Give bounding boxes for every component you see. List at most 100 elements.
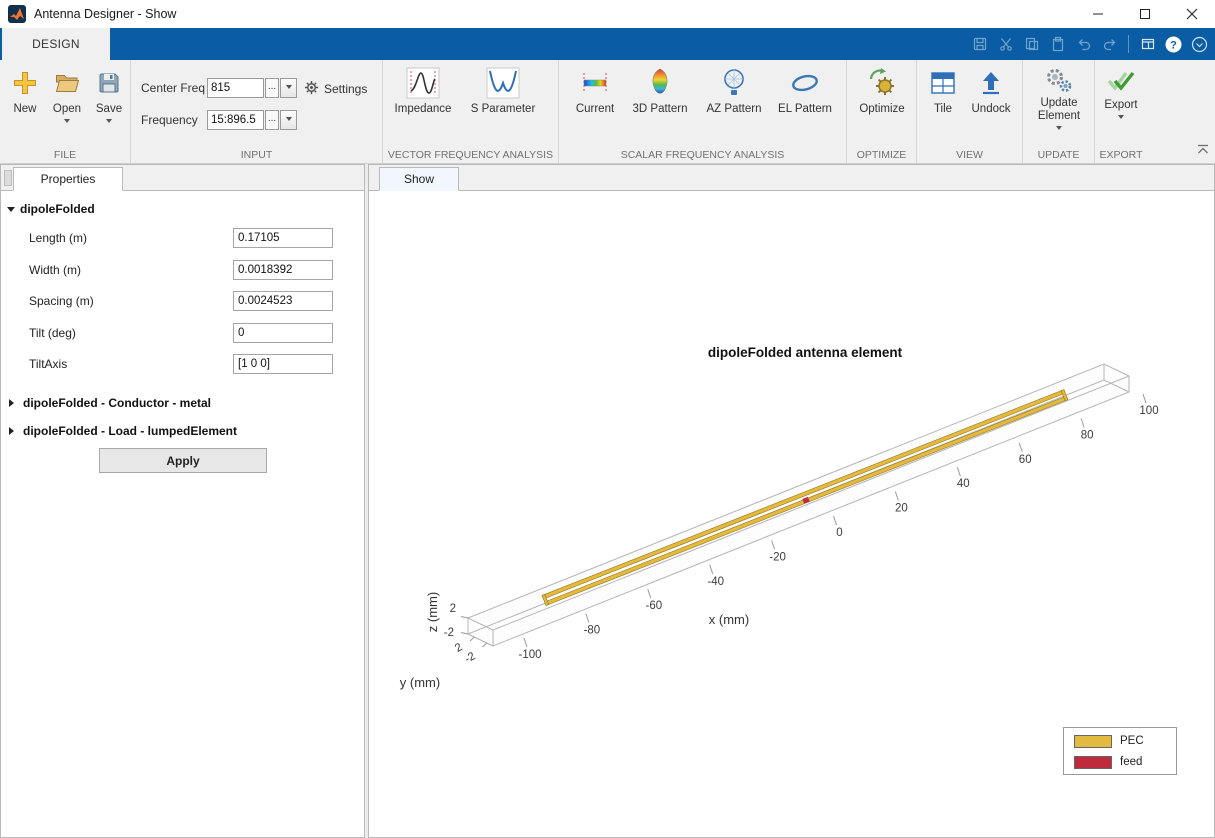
show-tab-label: Show xyxy=(403,172,435,186)
group-conductor-label: dipoleFolded - Conductor - metal xyxy=(23,396,211,410)
ribbon-section-update: Update Element UPDATE xyxy=(1023,60,1095,163)
matlab-logo-icon xyxy=(8,5,26,23)
tab-properties[interactable]: Properties xyxy=(13,167,123,191)
svg-text:40: 40 xyxy=(957,478,970,490)
apply-button[interactable]: Apply xyxy=(99,448,267,473)
open-button[interactable]: Open xyxy=(47,63,87,126)
collapse-collapsed-icon xyxy=(9,427,18,435)
plot-area[interactable]: dipoleFolded antenna element x (mm) y (m… xyxy=(369,191,1214,837)
length-field[interactable] xyxy=(233,228,333,248)
qat-collapse-icon[interactable] xyxy=(1188,33,1211,56)
center-freq-field[interactable] xyxy=(207,78,264,98)
spacing-field[interactable] xyxy=(233,291,333,311)
update-element-button[interactable]: Update Element xyxy=(1029,63,1089,133)
impedance-icon xyxy=(406,63,440,103)
z-tick-labels: 2 -2 xyxy=(444,603,456,639)
undock-icon xyxy=(979,63,1003,103)
settings-button[interactable]: Settings xyxy=(304,80,367,98)
plot-panel: Show dipoleFolded antenna element x (mm)… xyxy=(368,164,1215,838)
qat-cut-icon[interactable] xyxy=(994,33,1017,56)
ribbon-section-scalar: Current 3D Pattern AZ Pattern EL Pattern xyxy=(559,60,847,163)
width-field[interactable] xyxy=(233,260,333,280)
window-controls xyxy=(1074,0,1215,28)
pattern-3d-button[interactable]: 3D Pattern xyxy=(629,63,691,116)
group-load-label: dipoleFolded - Load - lumpedElement xyxy=(23,424,238,438)
qat-save-icon[interactable] xyxy=(968,33,991,56)
save-dropdown-icon xyxy=(106,119,112,126)
el-pattern-icon xyxy=(788,63,822,103)
svg-text:-60: -60 xyxy=(645,600,662,612)
properties-tabbar: Properties xyxy=(1,165,364,191)
svg-text:2: 2 xyxy=(453,641,465,655)
svg-text:20: 20 xyxy=(895,503,908,515)
ribbon-section-input: Center Freq ... Frequency ... Settings I… xyxy=(131,60,383,163)
az-pattern-button[interactable]: AZ Pattern xyxy=(701,63,767,116)
qat-paste-icon[interactable] xyxy=(1046,33,1069,56)
section-label-view: VIEW xyxy=(956,149,983,161)
tab-design[interactable]: DESIGN xyxy=(2,28,110,60)
impedance-label: Impedance xyxy=(394,103,452,115)
minimize-button[interactable] xyxy=(1074,0,1121,28)
spacing-label: Spacing (m) xyxy=(29,294,94,308)
z-axis-label: z (mm) xyxy=(425,592,440,632)
titlebar: Antenna Designer - Show xyxy=(0,0,1215,28)
tilt-label: Tilt (deg) xyxy=(29,326,76,340)
optimize-button[interactable]: Optimize xyxy=(852,63,912,116)
tile-button[interactable]: Tile xyxy=(925,63,961,116)
tilt-field[interactable] xyxy=(233,323,333,343)
undock-button[interactable]: Undock xyxy=(967,63,1015,116)
el-pattern-label: EL Pattern xyxy=(778,103,832,115)
tiltaxis-field[interactable] xyxy=(233,354,333,374)
collapse-ribbon-button[interactable] xyxy=(1196,142,1210,160)
chevron-down-icon xyxy=(285,84,292,92)
impedance-button[interactable]: Impedance xyxy=(391,63,455,116)
qat-undo-icon[interactable] xyxy=(1072,33,1095,56)
frequency-field[interactable] xyxy=(207,110,264,130)
qat-redo-icon[interactable] xyxy=(1098,33,1121,56)
tile-label: Tile xyxy=(933,103,953,115)
el-pattern-button[interactable]: EL Pattern xyxy=(773,63,837,116)
width-label: Width (m) xyxy=(29,263,81,277)
qat-help-icon[interactable]: ? xyxy=(1162,33,1185,56)
center-freq-more-button[interactable]: ... xyxy=(265,78,279,98)
save-button[interactable]: Save xyxy=(89,63,129,126)
center-freq-label: Center Freq xyxy=(141,81,206,95)
s-parameter-icon xyxy=(486,63,520,103)
export-button[interactable]: Export xyxy=(1097,63,1145,122)
frequency-more-button[interactable]: ... xyxy=(265,110,279,130)
export-label: Export xyxy=(1104,99,1138,111)
group-dipolefolded[interactable]: dipoleFolded xyxy=(7,201,95,217)
ribbon-tabstrip: DESIGN ? xyxy=(0,28,1215,60)
svg-text:-2: -2 xyxy=(463,650,478,666)
new-button[interactable]: New xyxy=(5,63,45,116)
center-freq-dropdown-button[interactable] xyxy=(280,78,297,98)
panel-grip[interactable] xyxy=(4,170,12,186)
qat-layout-icon[interactable] xyxy=(1136,33,1159,56)
property-row: Tilt (deg) xyxy=(1,323,364,343)
pec-legend-label: PEC xyxy=(1120,735,1144,747)
s-parameter-label: S Parameter xyxy=(470,103,536,115)
group-conductor[interactable]: dipoleFolded - Conductor - metal xyxy=(7,395,211,411)
section-label-export: EXPORT xyxy=(1099,149,1143,161)
settings-label: Settings xyxy=(324,82,368,96)
maximize-button[interactable] xyxy=(1121,0,1168,28)
properties-tab-label: Properties xyxy=(40,172,96,186)
length-label: Length (m) xyxy=(29,231,88,245)
current-button[interactable]: Current xyxy=(569,63,621,116)
qat-copy-icon[interactable] xyxy=(1020,33,1043,56)
group-load[interactable]: dipoleFolded - Load - lumpedElement xyxy=(7,423,237,439)
plot-tabbar: Show xyxy=(369,165,1214,191)
optimize-icon xyxy=(866,63,898,103)
tab-show[interactable]: Show xyxy=(379,167,459,191)
open-folder-icon xyxy=(54,63,80,103)
s-parameter-button[interactable]: S Parameter xyxy=(467,63,539,116)
legend-row: feed xyxy=(1074,754,1176,770)
ribbon-section-file: New Open Save FILE xyxy=(0,60,131,163)
property-row: Spacing (m) xyxy=(1,291,364,311)
frequency-dropdown-button[interactable] xyxy=(280,110,297,130)
current-label: Current xyxy=(575,103,615,115)
optimize-label: Optimize xyxy=(859,103,905,115)
section-label-vector: VECTOR FREQUENCY ANALYSIS xyxy=(387,149,554,161)
close-button[interactable] xyxy=(1168,0,1215,28)
ribbon-section-optimize: Optimize OPTIMIZE xyxy=(847,60,917,163)
